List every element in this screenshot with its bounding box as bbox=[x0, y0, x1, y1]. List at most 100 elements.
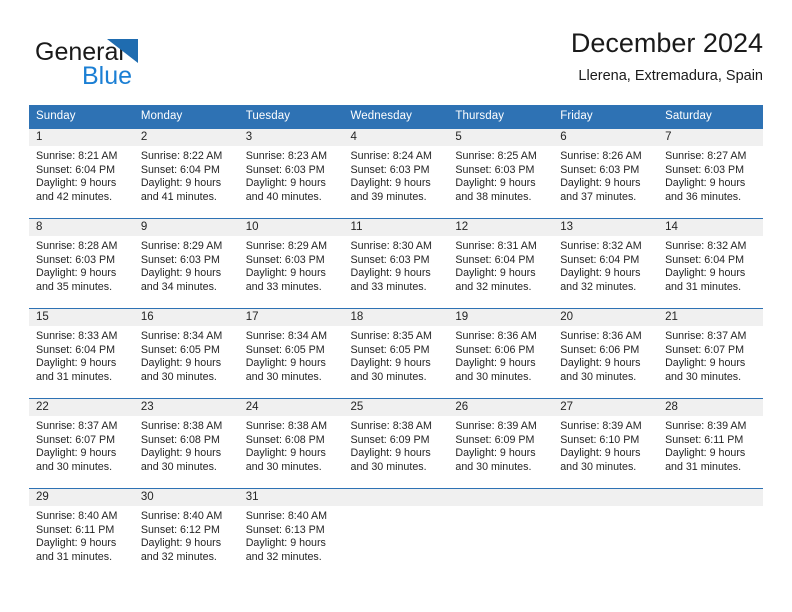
day-cell[interactable]: 15 Sunrise: 8:33 AM Sunset: 6:04 PM Dayligh… bbox=[29, 308, 134, 398]
sunset-text: Sunset: 6:06 PM bbox=[560, 343, 640, 356]
weekday-header-tuesday: Tuesday bbox=[238, 105, 344, 128]
daylight-text-line2: and 33 minutes. bbox=[350, 280, 427, 293]
daylight-text-line1: Daylight: 9 hours bbox=[350, 357, 431, 370]
day-cell[interactable]: 18 Sunrise: 8:35 AM Sunset: 6:05 PM Dayligh… bbox=[343, 308, 449, 398]
day-cell[interactable]: 24 Sunrise: 8:38 AM Sunset: 6:08 PM Dayligh… bbox=[238, 398, 344, 488]
day-number: 31 bbox=[238, 489, 344, 506]
day-cell[interactable]: 14 Sunrise: 8:32 AM Sunset: 6:04 PM Dayligh… bbox=[658, 218, 763, 308]
day-info: Sunrise: 8:29 AM Sunset: 6:03 PM Daylight:… bbox=[134, 236, 239, 294]
sunset-text: Sunset: 6:08 PM bbox=[140, 433, 220, 446]
day-info bbox=[344, 506, 449, 510]
day-cell[interactable]: 1 Sunrise: 8:21 AM Sunset: 6:04 PM Daylight… bbox=[29, 128, 134, 218]
day-cell[interactable]: 10 Sunrise: 8:29 AM Sunset: 6:03 PM Dayligh… bbox=[238, 218, 344, 308]
day-info: Sunrise: 8:38 AM Sunset: 6:08 PM Daylight:… bbox=[134, 416, 239, 474]
day-number: 23 bbox=[133, 399, 239, 416]
day-cell[interactable]: 28 Sunrise: 8:39 AM Sunset: 6:11 PM Dayligh… bbox=[658, 398, 763, 488]
weekday-header-monday: Monday bbox=[133, 105, 239, 128]
daylight-text-line2: and 31 minutes. bbox=[36, 550, 113, 563]
day-cell[interactable]: 5 Sunrise: 8:25 AM Sunset: 6:03 PM Daylight… bbox=[448, 128, 554, 218]
day-cell[interactable]: 12 Sunrise: 8:31 AM Sunset: 6:04 PM Dayligh… bbox=[448, 218, 554, 308]
day-info: Sunrise: 8:28 AM Sunset: 6:03 PM Daylight:… bbox=[29, 236, 134, 294]
daylight-text-line1: Daylight: 9 hours bbox=[560, 357, 641, 370]
day-cell[interactable]: 27 Sunrise: 8:39 AM Sunset: 6:10 PM Dayligh… bbox=[553, 398, 659, 488]
sunset-text: Sunset: 6:11 PM bbox=[36, 523, 115, 536]
day-cell[interactable]: 11 Sunrise: 8:30 AM Sunset: 6:03 PM Dayligh… bbox=[343, 218, 449, 308]
calendar-week-row: 1 Sunrise: 8:21 AM Sunset: 6:04 PM Daylight… bbox=[29, 128, 763, 218]
day-cell[interactable]: 22 Sunrise: 8:37 AM Sunset: 6:07 PM Dayligh… bbox=[29, 398, 134, 488]
daylight-text-line2: and 36 minutes. bbox=[665, 190, 742, 203]
daylight-text-line2: and 30 minutes. bbox=[245, 370, 322, 383]
sunrise-text: Sunrise: 8:37 AM bbox=[36, 420, 118, 432]
daylight-text-line1: Daylight: 9 hours bbox=[350, 447, 431, 460]
sunrise-text: Sunrise: 8:26 AM bbox=[560, 150, 642, 162]
day-cell[interactable]: 7 Sunrise: 8:27 AM Sunset: 6:03 PM Daylight… bbox=[658, 128, 763, 218]
day-cell[interactable]: 19 Sunrise: 8:36 AM Sunset: 6:06 PM Dayligh… bbox=[448, 308, 554, 398]
day-cell[interactable]: 16 Sunrise: 8:34 AM Sunset: 6:05 PM Dayligh… bbox=[133, 308, 239, 398]
day-cell-empty bbox=[448, 488, 554, 578]
brand-logo[interactable]: General Blue bbox=[35, 32, 185, 90]
daylight-text-line1: Daylight: 9 hours bbox=[140, 447, 222, 460]
day-cell[interactable]: 2 Sunrise: 8:22 AM Sunset: 6:04 PM Daylight… bbox=[133, 128, 239, 218]
sunrise-text: Sunrise: 8:39 AM bbox=[665, 420, 747, 432]
sunset-text: Sunset: 6:08 PM bbox=[245, 433, 325, 446]
day-info: Sunrise: 8:39 AM Sunset: 6:10 PM Daylight:… bbox=[553, 416, 658, 474]
day-info: Sunrise: 8:27 AM Sunset: 6:03 PM Daylight:… bbox=[658, 146, 763, 204]
day-number bbox=[553, 489, 659, 506]
weekday-header-sunday: Sunday bbox=[29, 105, 134, 128]
day-cell[interactable]: 26 Sunrise: 8:39 AM Sunset: 6:09 PM Dayligh… bbox=[448, 398, 554, 488]
daylight-text-line2: and 33 minutes. bbox=[245, 280, 322, 293]
calendar-week-row: 15 Sunrise: 8:33 AM Sunset: 6:04 PM Dayligh… bbox=[29, 308, 763, 398]
weekday-header-saturday: Saturday bbox=[658, 105, 763, 128]
sunrise-text: Sunrise: 8:36 AM bbox=[455, 330, 537, 342]
day-cell[interactable]: 9 Sunrise: 8:29 AM Sunset: 6:03 PM Daylight… bbox=[133, 218, 239, 308]
day-number: 19 bbox=[448, 309, 554, 326]
day-info bbox=[658, 506, 763, 510]
day-cell[interactable]: 23 Sunrise: 8:38 AM Sunset: 6:08 PM Dayligh… bbox=[133, 398, 239, 488]
sunrise-text: Sunrise: 8:36 AM bbox=[560, 330, 642, 342]
sunrise-text: Sunrise: 8:27 AM bbox=[665, 150, 747, 162]
sunset-text: Sunset: 6:03 PM bbox=[36, 253, 116, 266]
sunrise-text: Sunrise: 8:38 AM bbox=[245, 420, 328, 432]
day-cell[interactable]: 17 Sunrise: 8:34 AM Sunset: 6:05 PM Dayligh… bbox=[238, 308, 344, 398]
sunset-text: Sunset: 6:04 PM bbox=[36, 343, 116, 356]
daylight-text-line1: Daylight: 9 hours bbox=[245, 267, 326, 280]
day-info: Sunrise: 8:40 AM Sunset: 6:13 PM Daylight:… bbox=[239, 506, 344, 564]
daylight-text-line2: and 34 minutes. bbox=[140, 280, 217, 293]
day-number: 12 bbox=[448, 219, 554, 236]
day-cell[interactable]: 31 Sunrise: 8:40 AM Sunset: 6:13 PM Dayligh… bbox=[238, 488, 344, 578]
day-cell[interactable]: 6 Sunrise: 8:26 AM Sunset: 6:03 PM Daylight… bbox=[553, 128, 659, 218]
day-cell[interactable]: 3 Sunrise: 8:23 AM Sunset: 6:03 PM Daylight… bbox=[238, 128, 344, 218]
day-cell[interactable]: 4 Sunrise: 8:24 AM Sunset: 6:03 PM Daylight… bbox=[343, 128, 449, 218]
day-info: Sunrise: 8:31 AM Sunset: 6:04 PM Daylight:… bbox=[448, 236, 553, 294]
sunrise-text: Sunrise: 8:40 AM bbox=[140, 510, 223, 522]
sunrise-text: Sunrise: 8:39 AM bbox=[455, 420, 537, 432]
sunrise-text: Sunrise: 8:32 AM bbox=[560, 240, 642, 252]
daylight-text-line1: Daylight: 9 hours bbox=[36, 447, 117, 460]
sunset-text: Sunset: 6:05 PM bbox=[350, 343, 430, 356]
daylight-text-line2: and 30 minutes. bbox=[350, 460, 427, 473]
day-info: Sunrise: 8:39 AM Sunset: 6:11 PM Daylight:… bbox=[658, 416, 763, 474]
day-cell[interactable]: 8 Sunrise: 8:28 AM Sunset: 6:03 PM Daylight… bbox=[29, 218, 134, 308]
sunset-text: Sunset: 6:13 PM bbox=[245, 523, 325, 536]
day-cell[interactable]: 29 Sunrise: 8:40 AM Sunset: 6:11 PM Dayligh… bbox=[29, 488, 134, 578]
sunset-text: Sunset: 6:04 PM bbox=[560, 253, 640, 266]
daylight-text-line2: and 35 minutes. bbox=[36, 280, 113, 293]
sunrise-text: Sunrise: 8:28 AM bbox=[36, 240, 118, 252]
day-cell[interactable]: 20 Sunrise: 8:36 AM Sunset: 6:06 PM Dayligh… bbox=[553, 308, 659, 398]
day-number: 2 bbox=[133, 129, 239, 146]
daylight-text-line1: Daylight: 9 hours bbox=[665, 177, 746, 190]
day-info: Sunrise: 8:23 AM Sunset: 6:03 PM Daylight:… bbox=[239, 146, 344, 204]
day-number: 4 bbox=[343, 129, 449, 146]
sunset-text: Sunset: 6:07 PM bbox=[36, 433, 116, 446]
day-cell[interactable]: 21 Sunrise: 8:37 AM Sunset: 6:07 PM Dayligh… bbox=[658, 308, 763, 398]
day-cell[interactable]: 30 Sunrise: 8:40 AM Sunset: 6:12 PM Dayligh… bbox=[133, 488, 239, 578]
day-number: 13 bbox=[553, 219, 659, 236]
day-cell[interactable]: 13 Sunrise: 8:32 AM Sunset: 6:04 PM Dayligh… bbox=[553, 218, 659, 308]
sunset-text: Sunset: 6:03 PM bbox=[245, 163, 325, 176]
daylight-text-line1: Daylight: 9 hours bbox=[665, 267, 746, 280]
sunrise-text: Sunrise: 8:38 AM bbox=[350, 420, 432, 432]
day-number: 30 bbox=[133, 489, 239, 506]
sunset-text: Sunset: 6:03 PM bbox=[140, 253, 220, 266]
daylight-text-line1: Daylight: 9 hours bbox=[455, 177, 536, 190]
day-cell[interactable]: 25 Sunrise: 8:38 AM Sunset: 6:09 PM Dayligh… bbox=[343, 398, 449, 488]
